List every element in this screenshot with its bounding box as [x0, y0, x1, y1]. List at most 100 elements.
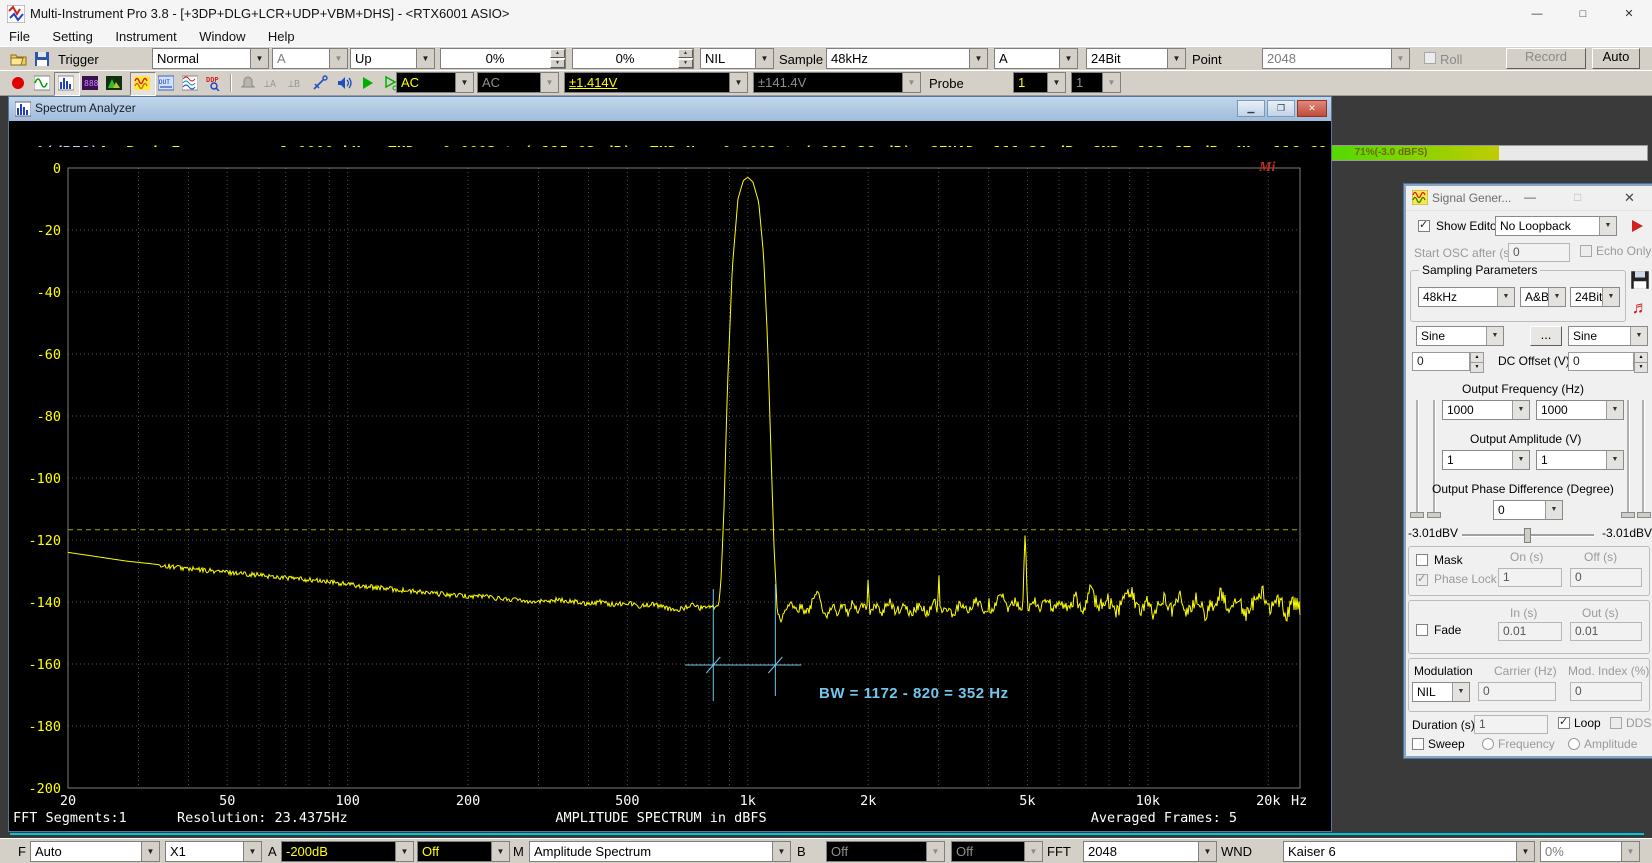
persistence-a-select[interactable]: Off▼	[417, 841, 510, 862]
spin-up-icon[interactable]: ▲	[550, 49, 565, 58]
spin-down-icon[interactable]: ▼	[1634, 362, 1648, 373]
range-a-select[interactable]: ±1.414V▼	[564, 72, 748, 93]
chevron-down-icon[interactable]: ▼	[1602, 288, 1619, 306]
chevron-down-icon[interactable]: ▼	[1599, 217, 1616, 235]
sweep-checkbox[interactable]	[1412, 738, 1424, 750]
wave-b-select[interactable]: Sine▼	[1568, 326, 1648, 346]
sg-rate-select[interactable]: 48kHz▼	[1418, 287, 1515, 307]
chevron-down-icon[interactable]: ▼	[729, 73, 747, 92]
chevron-down-icon[interactable]: ▼	[1486, 327, 1503, 345]
spectrum-window-titlebar[interactable]: Spectrum Analyzer ▁ ❐ ✕	[9, 97, 1331, 122]
sg-channels-select[interactable]: A&B▼	[1520, 287, 1566, 307]
chevron-down-icon[interactable]: ▼	[772, 842, 790, 861]
sound-device-button[interactable]	[332, 72, 358, 96]
sg-start-button[interactable]	[1628, 217, 1646, 235]
device-test-plan-button[interactable]: DUT	[154, 72, 180, 96]
spectrum-minimize-button[interactable]: ▁	[1237, 100, 1265, 117]
chevron-down-icon[interactable]: ▼	[1516, 842, 1534, 861]
close-button[interactable]: ✕	[1606, 0, 1652, 28]
sampling-rate-select[interactable]: 48kHz▼	[826, 48, 988, 69]
chevron-down-icon[interactable]: ▼	[416, 49, 434, 68]
menu-instrument[interactable]: Instrument	[106, 28, 185, 45]
chevron-down-icon[interactable]: ▼	[1167, 49, 1185, 68]
chevron-down-icon[interactable]: ▼	[1606, 451, 1623, 469]
spectrum-close-button[interactable]: ✕	[1297, 100, 1327, 117]
signal-generator-button[interactable]	[130, 72, 156, 96]
range-a-display-select[interactable]: -200dB▼	[281, 841, 414, 862]
record-data-button[interactable]	[6, 72, 32, 96]
menu-file[interactable]: File	[0, 28, 39, 45]
spectrum-3d-button[interactable]	[102, 72, 128, 96]
zoom-select[interactable]: X1▼	[165, 841, 262, 862]
level-slider-a2[interactable]	[1433, 400, 1436, 516]
chevron-down-icon[interactable]: ▼	[1606, 401, 1623, 419]
trigger-edge-select[interactable]: Up▼	[350, 48, 435, 69]
chevron-down-icon[interactable]: ▼	[1497, 288, 1514, 306]
chevron-down-icon[interactable]: ▼	[395, 842, 413, 861]
sg-save-button[interactable]	[1630, 270, 1650, 290]
chevron-down-icon[interactable]: ▼	[491, 842, 509, 861]
spectrum-restore-button[interactable]: ❐	[1267, 100, 1295, 117]
loopback-select[interactable]: No Loopback▼	[1495, 216, 1617, 236]
menu-help[interactable]: Help	[259, 28, 304, 45]
phase-select[interactable]: 0▼	[1493, 500, 1563, 520]
chevron-down-icon[interactable]: ▼	[1512, 451, 1529, 469]
dc-offset-b-input[interactable]: 0	[1568, 352, 1634, 371]
chevron-down-icon[interactable]: ▼	[1545, 501, 1562, 519]
spectrum-chart[interactable]: 0-20-40-60-80-100-120-140-160-180-200205…	[9, 147, 1329, 827]
chevron-down-icon[interactable]: ▼	[1548, 288, 1565, 306]
chevron-down-icon[interactable]: ▼	[1630, 327, 1647, 345]
slider-handle[interactable]	[1637, 512, 1651, 518]
menu-window[interactable]: Window	[190, 28, 254, 45]
level-slider-a1[interactable]	[1416, 400, 1419, 516]
run-generator-button[interactable]	[380, 72, 394, 96]
spectrum-plot[interactable]: 0-20-40-60-80-100-120-140-160-180-200205…	[9, 147, 1329, 827]
chevron-down-icon[interactable]: ▼	[455, 73, 473, 92]
multimeter-button[interactable]: 888	[78, 72, 104, 96]
sampling-bits-select[interactable]: 24Bit▼	[1086, 48, 1186, 69]
level-slider-b2[interactable]	[1642, 400, 1645, 516]
chevron-down-icon[interactable]: ▼	[1059, 49, 1077, 68]
freq-b-select[interactable]: 1000▼	[1536, 400, 1624, 420]
auto-button[interactable]: Auto	[1592, 48, 1640, 69]
analysis-mode-select[interactable]: Amplitude Spectrum▼	[529, 841, 791, 862]
signal-generator-titlebar[interactable]: Signal Gener... — □ ✕	[1406, 186, 1652, 211]
chevron-down-icon[interactable]: ▼	[141, 842, 159, 861]
slider-handle[interactable]	[1427, 512, 1441, 518]
amp-a-select[interactable]: 1▼	[1442, 450, 1530, 470]
sg-minimize-button[interactable]: —	[1524, 190, 1536, 204]
loop-checkbox[interactable]	[1558, 717, 1570, 729]
sg-bits-select[interactable]: 24Bit▼	[1570, 287, 1620, 307]
dc-offset-a-input[interactable]: 0	[1412, 352, 1470, 371]
chevron-down-icon[interactable]: ▼	[243, 842, 261, 861]
trigger-delay-stepper[interactable]: 0% ▲▼	[572, 48, 694, 69]
wave-a-select[interactable]: Sine▼	[1416, 326, 1504, 346]
ddp-viewer-button[interactable]: DDP	[202, 72, 228, 96]
balance-slider-handle[interactable]	[1524, 528, 1531, 543]
chevron-down-icon[interactable]: ▼	[1198, 842, 1216, 861]
slider-handle[interactable]	[1621, 512, 1635, 518]
sg-close-button[interactable]: ✕	[1624, 190, 1635, 206]
slider-handle[interactable]	[1410, 512, 1424, 518]
chevron-down-icon[interactable]: ▼	[1512, 401, 1529, 419]
spectrum-analyzer-button[interactable]	[54, 72, 80, 96]
trigger-level-stepper[interactable]: 0% ▲▼	[440, 48, 566, 69]
chevron-down-icon[interactable]: ▼	[755, 49, 773, 68]
save-button[interactable]	[30, 48, 56, 72]
trigger-hpf-select[interactable]: NIL▼	[700, 48, 774, 69]
open-file-button[interactable]	[6, 48, 32, 72]
sg-music-note-button[interactable]: ♬	[1630, 296, 1650, 318]
fade-checkbox[interactable]	[1416, 624, 1428, 636]
spin-up-icon[interactable]: ▲	[678, 49, 693, 58]
trigger-mode-select[interactable]: Normal▼	[152, 48, 269, 69]
freq-a-select[interactable]: 1000▼	[1442, 400, 1530, 420]
chevron-down-icon[interactable]: ▼	[1452, 683, 1469, 701]
minimize-button[interactable]: —	[1514, 0, 1560, 28]
spin-down-icon[interactable]: ▼	[550, 59, 565, 68]
chevron-down-icon[interactable]: ▼	[969, 49, 987, 68]
wave-editor-button[interactable]: ...	[1530, 326, 1562, 346]
spin-down-icon[interactable]: ▼	[678, 59, 693, 68]
maximize-button[interactable]: □	[1560, 0, 1606, 28]
spin-down-icon[interactable]: ▼	[1470, 362, 1484, 373]
chevron-down-icon[interactable]: ▼	[250, 49, 268, 68]
